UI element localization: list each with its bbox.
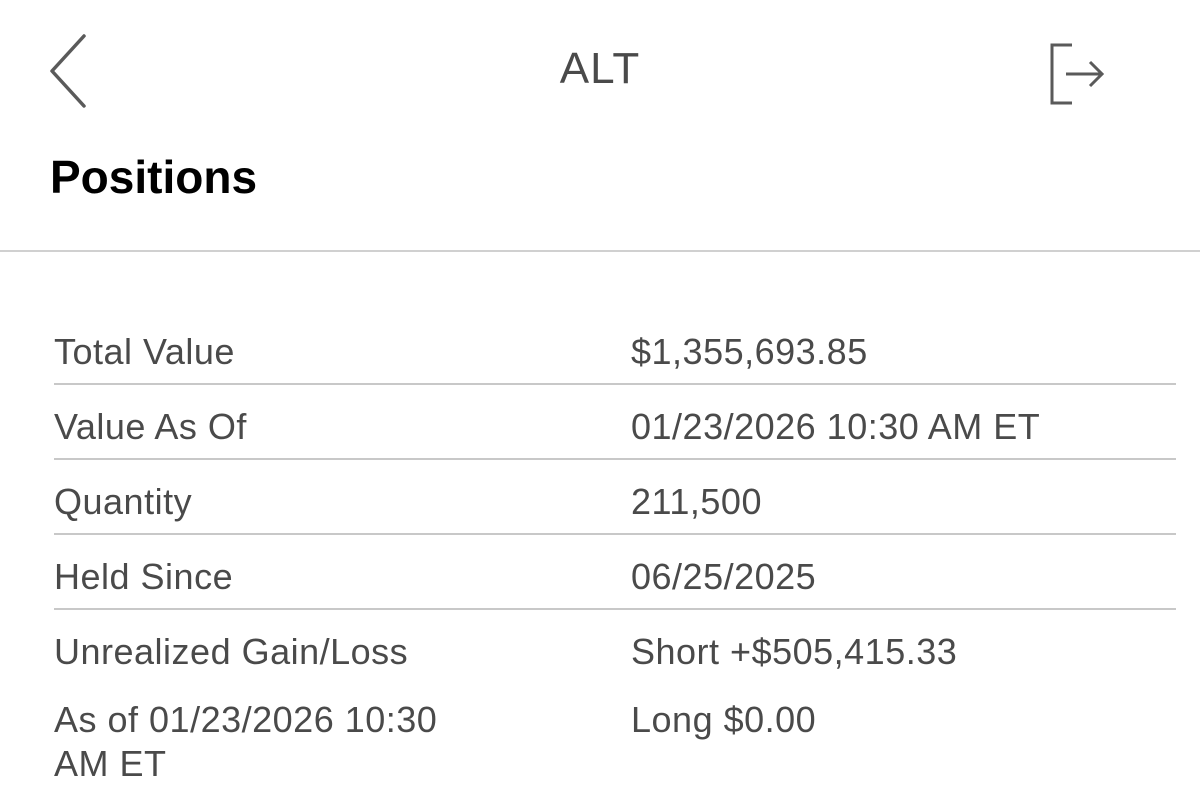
row-value: 01/23/2026 10:30 AM ET	[631, 406, 1041, 447]
navigation-bar: ALT	[0, 0, 1200, 150]
row-value: 211,500	[631, 481, 762, 522]
row-value: Short +$505,415.33	[631, 631, 958, 672]
row-label: Unrealized Gain/Loss	[54, 631, 409, 672]
detail-row-as-of: As of 01/23/2026 10:30 AM ET Long $0.00	[54, 686, 1176, 786]
page-title: ALT	[559, 44, 641, 93]
row-value: Long $0.00	[631, 699, 817, 740]
row-value: 06/25/2025	[631, 556, 817, 597]
detail-row-quantity: Quantity 211,500	[54, 460, 1176, 535]
exit-icon	[1050, 43, 1105, 105]
position-details: Total Value $1,355,693.85 Value As Of 01…	[54, 310, 1176, 786]
detail-row-held-since: Held Since 06/25/2025	[54, 535, 1176, 610]
detail-row-value-as-of: Value As Of 01/23/2026 10:30 AM ET	[54, 385, 1176, 460]
row-label: Total Value	[54, 331, 235, 372]
divider	[0, 250, 1200, 252]
exit-button[interactable]	[1040, 34, 1114, 112]
section-title: Positions	[50, 151, 258, 203]
row-label: Held Since	[54, 556, 234, 597]
row-label: Value As Of	[54, 406, 247, 447]
row-value: $1,355,693.85	[631, 331, 868, 372]
detail-row-total-value: Total Value $1,355,693.85	[54, 310, 1176, 385]
row-label: Quantity	[54, 481, 193, 522]
detail-row-unrealized-gain-loss: Unrealized Gain/Loss Short +$505,415.33	[54, 610, 1176, 686]
row-label: As of 01/23/2026 10:30 AM ET	[54, 699, 438, 784]
